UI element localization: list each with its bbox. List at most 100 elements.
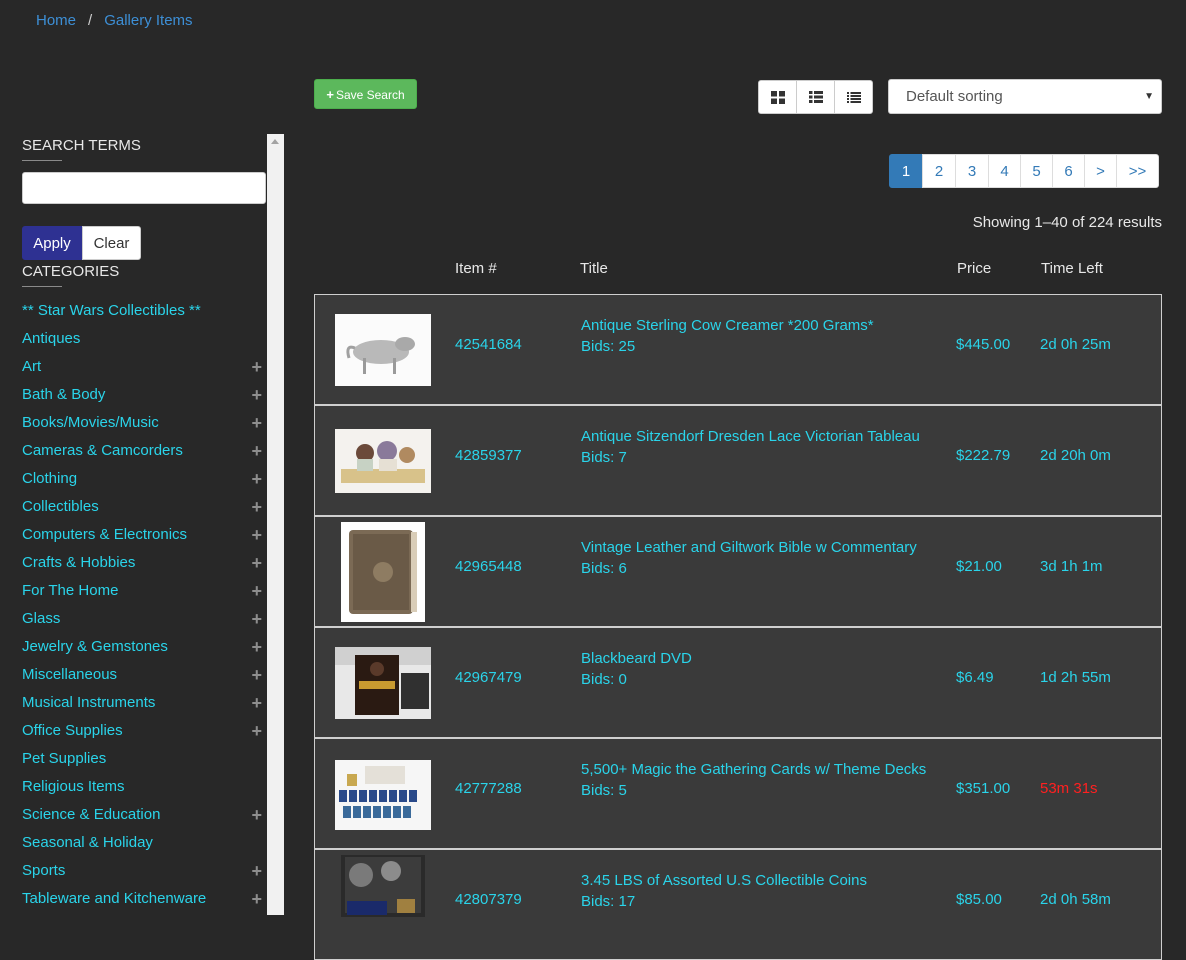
category-link[interactable]: Art	[22, 358, 41, 375]
category-link[interactable]: Collectibles	[22, 498, 99, 515]
item-thumbnail[interactable]	[335, 647, 431, 719]
page-link[interactable]: 3	[955, 154, 989, 188]
item-price[interactable]: $85.00	[956, 891, 1002, 908]
item-title-link[interactable]: Antique Sitzendorf Dresden Lace Victoria…	[581, 428, 920, 445]
category-link[interactable]: Office Supplies	[22, 722, 123, 739]
bid-count[interactable]: Bids: 25	[581, 338, 635, 355]
bid-count[interactable]: Bids: 0	[581, 671, 627, 688]
column-header-title[interactable]: Title	[580, 260, 608, 277]
time-left[interactable]: 53m 31s	[1040, 780, 1098, 797]
category-link[interactable]: Computers & Electronics	[22, 526, 187, 543]
category-link[interactable]: Bath & Body	[22, 386, 105, 403]
expand-plus-icon[interactable]: +	[251, 549, 262, 577]
table-row[interactable]: 42859377 Antique Sitzendorf Dresden Lace …	[314, 405, 1162, 516]
item-title-link[interactable]: 5,500+ Magic the Gathering Cards w/ Them…	[581, 761, 926, 778]
expand-plus-icon[interactable]: +	[251, 437, 262, 465]
item-number-link[interactable]: 42541684	[455, 336, 522, 353]
expand-plus-icon[interactable]: +	[251, 885, 262, 913]
table-row[interactable]: 42967479 Blackbeard DVD Bids: 0 $6.49 1d 2h …	[314, 627, 1162, 738]
item-title-link[interactable]: 3.45 LBS of Assorted U.S Collectible Coi…	[581, 872, 867, 889]
item-number-link[interactable]: 42965448	[455, 558, 522, 575]
category-link[interactable]: Crafts & Hobbies	[22, 554, 135, 571]
category-link[interactable]: Seasonal & Holiday	[22, 834, 153, 851]
list-view-button[interactable]	[796, 80, 835, 114]
item-price[interactable]: $222.79	[956, 447, 1010, 464]
table-row[interactable]: 42777288 5,500+ Magic the Gathering Cards…	[314, 738, 1162, 849]
grid-view-button[interactable]	[758, 80, 797, 114]
time-left[interactable]: 2d 20h 0m	[1040, 447, 1111, 464]
category-link[interactable]: Books/Movies/Music	[22, 414, 159, 431]
category-link[interactable]: Sports	[22, 862, 65, 879]
item-price[interactable]: $21.00	[956, 558, 1002, 575]
page-link[interactable]: >	[1084, 154, 1117, 188]
breadcrumb-current-link[interactable]: Gallery Items	[104, 12, 192, 29]
item-number-link[interactable]: 42777288	[455, 780, 522, 797]
expand-plus-icon[interactable]: +	[251, 605, 262, 633]
item-thumbnail[interactable]	[335, 760, 431, 830]
expand-plus-icon[interactable]: +	[251, 493, 262, 521]
column-header-item[interactable]: Item #	[455, 260, 497, 277]
expand-plus-icon[interactable]: +	[251, 465, 262, 493]
item-number-link[interactable]: 42967479	[455, 669, 522, 686]
save-search-button[interactable]: + Save Search	[314, 79, 417, 109]
column-header-price[interactable]: Price	[957, 260, 991, 277]
expand-plus-icon[interactable]: +	[251, 661, 262, 689]
category-link[interactable]: Science & Education	[22, 806, 160, 823]
item-title-link[interactable]: Vintage Leather and Giltwork Bible w Com…	[581, 539, 917, 556]
time-left[interactable]: 2d 0h 25m	[1040, 336, 1111, 353]
expand-plus-icon[interactable]: +	[251, 857, 262, 885]
item-price[interactable]: $351.00	[956, 780, 1010, 797]
item-thumbnail[interactable]	[335, 429, 431, 493]
page-link[interactable]: >>	[1116, 154, 1159, 188]
time-left[interactable]: 3d 1h 1m	[1040, 558, 1103, 575]
category-link[interactable]: Antiques	[22, 330, 80, 347]
category-link[interactable]: Musical Instruments	[22, 694, 155, 711]
table-row[interactable]: 42807379 3.45 LBS of Assorted U.S Collect…	[314, 849, 1162, 960]
compact-list-button[interactable]	[834, 80, 873, 114]
expand-plus-icon[interactable]: +	[251, 409, 262, 437]
expand-plus-icon[interactable]: +	[251, 353, 262, 381]
bid-count[interactable]: Bids: 17	[581, 893, 635, 910]
scroll-up-arrow-icon[interactable]	[271, 139, 279, 144]
page-link[interactable]: 1	[889, 154, 923, 188]
table-row[interactable]: 42965448 Vintage Leather and Giltwork Bib…	[314, 516, 1162, 627]
table-row[interactable]: 42541684 Antique Sterling Cow Creamer *20…	[314, 294, 1162, 405]
category-link[interactable]: ** Star Wars Collectibles **	[22, 302, 201, 319]
item-price[interactable]: $6.49	[956, 669, 994, 686]
expand-plus-icon[interactable]: +	[251, 633, 262, 661]
bid-count[interactable]: Bids: 7	[581, 449, 627, 466]
category-link[interactable]: Religious Items	[22, 778, 125, 795]
item-thumbnail[interactable]	[341, 522, 425, 622]
item-number-link[interactable]: 42859377	[455, 447, 522, 464]
category-link[interactable]: For The Home	[22, 582, 118, 599]
item-title-link[interactable]: Antique Sterling Cow Creamer *200 Grams*	[581, 317, 874, 334]
page-link[interactable]: 5	[1020, 154, 1053, 188]
item-thumbnail[interactable]	[335, 314, 431, 386]
item-thumbnail[interactable]	[341, 855, 425, 917]
bid-count[interactable]: Bids: 6	[581, 560, 627, 577]
expand-plus-icon[interactable]: +	[251, 381, 262, 409]
time-left[interactable]: 2d 0h 58m	[1040, 891, 1111, 908]
expand-plus-icon[interactable]: +	[251, 717, 262, 745]
category-link[interactable]: Cameras & Camcorders	[22, 442, 183, 459]
expand-plus-icon[interactable]: +	[251, 577, 262, 605]
category-link[interactable]: Pet Supplies	[22, 750, 106, 767]
item-title-link[interactable]: Blackbeard DVD	[581, 650, 692, 667]
expand-plus-icon[interactable]: +	[251, 521, 262, 549]
page-link[interactable]: 6	[1052, 154, 1085, 188]
item-number-link[interactable]: 42807379	[455, 891, 522, 908]
expand-plus-icon[interactable]: +	[251, 801, 262, 829]
breadcrumb-home-link[interactable]: Home	[36, 12, 76, 29]
sort-select[interactable]: Default sorting ▼	[888, 79, 1162, 114]
bid-count[interactable]: Bids: 5	[581, 782, 627, 799]
search-terms-input[interactable]	[22, 172, 266, 204]
category-link[interactable]: Miscellaneous	[22, 666, 117, 683]
category-link[interactable]: Jewelry & Gemstones	[22, 638, 168, 655]
category-link[interactable]: Clothing	[22, 470, 77, 487]
sidebar-scrollbar[interactable]	[267, 134, 284, 915]
category-link[interactable]: Tableware and Kitchenware	[22, 890, 206, 907]
column-header-time-left[interactable]: Time Left	[1041, 260, 1103, 277]
clear-button[interactable]: Clear	[82, 226, 141, 260]
page-link[interactable]: 2	[922, 154, 956, 188]
expand-plus-icon[interactable]: +	[251, 689, 262, 717]
